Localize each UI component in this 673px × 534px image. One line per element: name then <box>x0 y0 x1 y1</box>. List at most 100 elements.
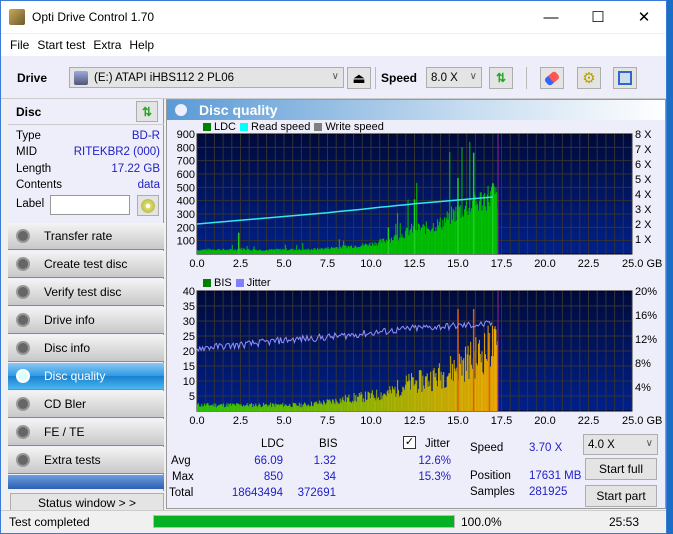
bis-bar <box>406 381 408 411</box>
drive-select[interactable]: (E:) ATAPI iHBS112 2 PL06 ∨ <box>69 67 344 88</box>
ldc-bar <box>319 249 321 254</box>
settings-button[interactable]: ⚙ <box>577 67 601 89</box>
x-tick-label: 2.5 <box>233 415 248 427</box>
ldc-bar <box>302 242 304 254</box>
jitter-checkbox[interactable]: ✓ <box>403 436 416 449</box>
ldc-bar <box>250 250 252 254</box>
ldc-bar <box>358 247 360 254</box>
ldc-bar <box>392 240 394 254</box>
nav-transfer-rate[interactable]: Transfer rate <box>8 223 164 250</box>
x-tick-label: 22.5 <box>578 415 599 427</box>
disc-info-mid: MID RITEKBR2 (000) <box>16 146 160 162</box>
toolbar-divider <box>526 67 527 89</box>
ldc-bar <box>303 249 305 254</box>
elapsed-time: 25:53 <box>609 515 640 529</box>
bis-bar <box>254 405 256 411</box>
nav-fe-te[interactable]: FE / TE <box>8 419 164 446</box>
ldc-bar <box>234 249 236 254</box>
erase-button[interactable] <box>540 67 564 89</box>
bis-bar <box>321 403 323 411</box>
bis-bar <box>282 402 284 411</box>
max-jitter: 15.3% <box>418 471 451 483</box>
ldc-bar <box>348 245 350 254</box>
bis-bar <box>374 397 376 411</box>
bis-bar <box>421 391 423 411</box>
y-tick-label: 900 <box>177 130 195 141</box>
menu-extra[interactable]: Extra <box>93 38 121 52</box>
ldc-bar <box>270 249 272 254</box>
avg-ldc: 66.09 <box>254 455 283 467</box>
status-bar: Test completed 100.0% 25:53 <box>1 510 666 533</box>
bis-bar <box>233 404 235 411</box>
label-input[interactable] <box>50 195 130 215</box>
bis-bar <box>336 400 338 411</box>
bis-bar <box>287 406 289 411</box>
bis-bar <box>483 374 485 411</box>
ldc-bar <box>439 217 441 254</box>
ldc-bar <box>464 209 466 254</box>
ldc-bar <box>216 250 218 254</box>
bis-bar <box>408 373 410 411</box>
y2-tick-label: 8 X <box>635 130 652 141</box>
bis-bar <box>215 403 217 411</box>
menu-start-test[interactable]: Start test <box>37 38 85 52</box>
bis-bar <box>455 371 457 411</box>
write-label-button[interactable] <box>137 195 159 216</box>
bis-bar <box>278 405 280 411</box>
nav-disc-quality[interactable]: Disc quality <box>8 363 164 390</box>
bis-bar <box>451 379 453 411</box>
save-button[interactable] <box>613 67 637 89</box>
eject-button[interactable]: ⏏ <box>347 67 371 89</box>
bis-bar <box>227 406 229 411</box>
menu-file[interactable]: File <box>10 38 29 52</box>
bis-bar <box>471 364 473 411</box>
ldc-bar <box>277 249 279 254</box>
ldc-bar <box>451 206 453 254</box>
ldc-bar <box>223 249 225 254</box>
bis-bar <box>237 403 239 411</box>
bis-bar <box>314 401 316 411</box>
info-value: BD-R <box>131 130 160 142</box>
maximize-button[interactable]: ☐ <box>575 1 621 33</box>
bis-bar <box>484 354 486 411</box>
x-tick-label: 7.5 <box>320 258 335 270</box>
bis-bar <box>223 403 225 411</box>
nav-verify-test-disc[interactable]: Verify test disc <box>8 279 164 306</box>
menu-help[interactable]: Help <box>129 38 154 52</box>
bis-bar <box>259 404 261 411</box>
close-button[interactable]: ✕ <box>621 1 667 33</box>
nav-create-test-disc[interactable]: Create test disc <box>8 251 164 278</box>
ldc-bar <box>432 223 434 254</box>
bis-bar <box>429 385 431 411</box>
bis-bar <box>218 404 220 411</box>
y2-tick-label: 7 X <box>635 144 652 156</box>
x-tick-label: 7.5 <box>320 415 335 427</box>
ldc-bar <box>393 236 395 254</box>
nav-cd-bler[interactable]: CD Bler <box>8 391 164 418</box>
bis-bar <box>404 384 406 411</box>
start-part-button[interactable]: Start part <box>585 485 657 507</box>
ldc-bar <box>304 249 306 254</box>
ldc-bar <box>230 249 232 254</box>
refresh-button[interactable]: ⇅ <box>489 67 513 89</box>
ldc-bar <box>484 193 486 254</box>
nav-disc-info[interactable]: Disc info <box>8 335 164 362</box>
ldc-bar <box>254 249 256 254</box>
samples-value: 281925 <box>529 486 568 498</box>
test-speed-select[interactable]: 4.0 X ∨ <box>583 434 658 455</box>
bis-bar <box>382 395 384 411</box>
info-label: Type <box>16 130 41 142</box>
bis-bar <box>413 385 415 411</box>
nav-drive-info[interactable]: Drive info <box>8 307 164 334</box>
ldc-bar <box>391 237 393 254</box>
disc-refresh-button[interactable]: ⇅ <box>136 101 158 122</box>
nav-label: Disc info <box>44 341 91 355</box>
position-label: Position <box>470 470 511 482</box>
ldc-bar <box>258 250 260 254</box>
minimize-button[interactable]: — <box>528 1 574 33</box>
y-tick-label: 25 <box>183 331 195 343</box>
nav-extra-tests[interactable]: Extra tests <box>8 447 164 474</box>
speed-select[interactable]: 8.0 X ∨ <box>426 67 482 88</box>
start-full-button[interactable]: Start full <box>585 458 657 480</box>
bis-bar <box>390 389 392 411</box>
